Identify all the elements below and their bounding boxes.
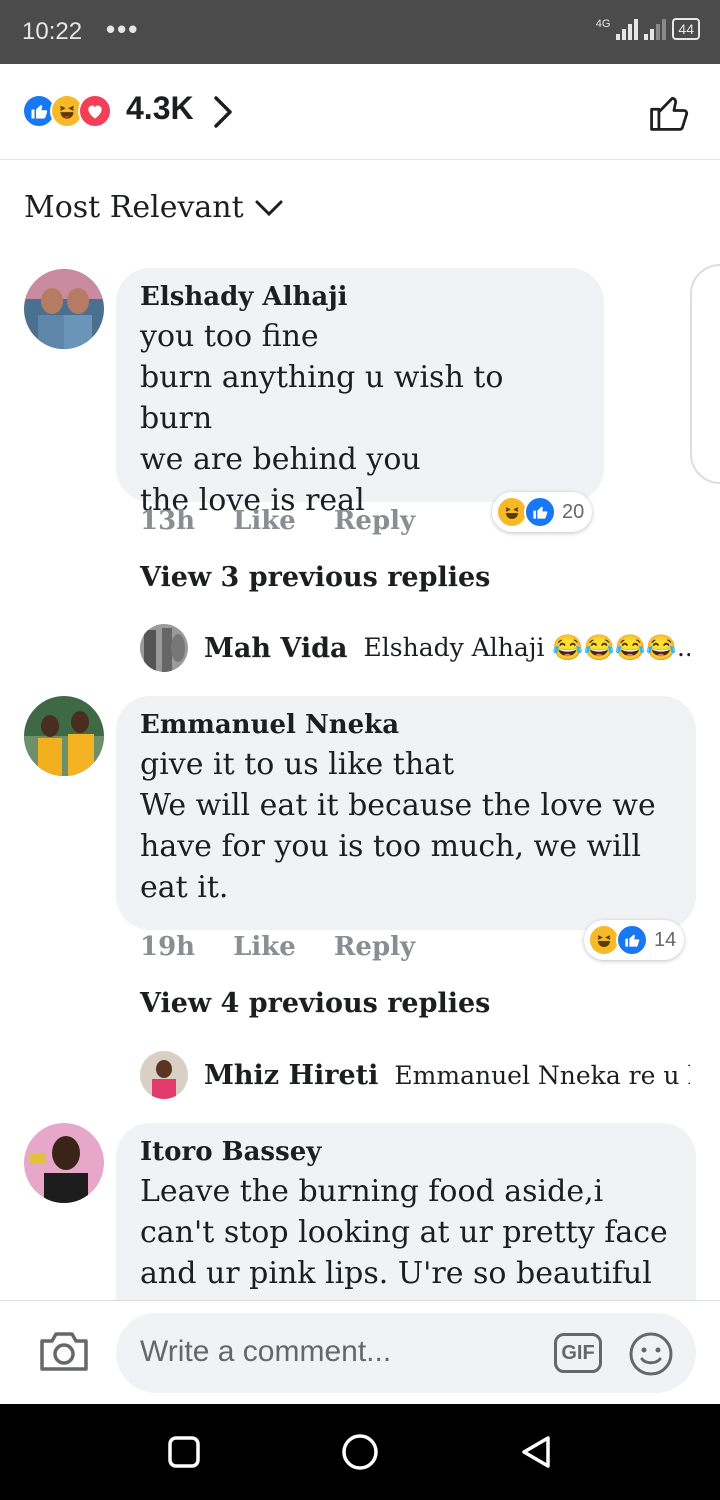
like-link[interactable]: Like	[233, 506, 296, 536]
gif-button[interactable]: GIF	[554, 1333, 602, 1373]
comment-time: 19h	[140, 932, 196, 962]
avatar[interactable]	[24, 269, 104, 349]
side-panel-edge[interactable]	[690, 264, 720, 484]
reaction-count: 4.3K	[126, 90, 194, 126]
reply-author: Mah Vida	[204, 632, 348, 664]
like-link[interactable]: Like	[233, 932, 296, 962]
status-bar: 10:22 ••• 4G 44	[0, 0, 720, 64]
reply-preview[interactable]: Mhiz Hireti Emmanuel Nneka re u he...	[140, 1051, 690, 1099]
reply-text: Elshady Alhaji 😂😂😂😂...	[363, 633, 690, 662]
comment-author[interactable]: Itoro Bassey	[140, 1137, 672, 1167]
clock: 10:22	[22, 18, 83, 45]
comment-composer: Write a comment... GIF	[0, 1300, 720, 1404]
reactions-header[interactable]: 4.3K	[0, 64, 720, 160]
reaction-number: 14	[654, 928, 677, 951]
like-icon	[524, 496, 556, 528]
reaction-number: 20	[562, 500, 585, 523]
comment-text: give it to us like that We will eat it b…	[140, 747, 656, 905]
signal-icon	[616, 18, 639, 40]
emoji-icon[interactable]	[628, 1331, 674, 1381]
recent-apps-button[interactable]	[166, 1434, 202, 1474]
view-previous-replies[interactable]: View 3 previous replies	[140, 562, 490, 593]
reply-link[interactable]: Reply	[334, 506, 415, 536]
comment-actions: 19h Like Reply	[140, 932, 415, 962]
comment-author[interactable]: Elshady Alhaji	[140, 282, 580, 312]
system-nav-bar	[0, 1404, 720, 1500]
signal-2-icon	[644, 18, 667, 40]
reply-link[interactable]: Reply	[334, 932, 415, 962]
reply-author: Mhiz Hireti	[204, 1059, 379, 1091]
chevron-right-icon[interactable]	[210, 94, 238, 134]
notification-dots: •••	[106, 14, 140, 44]
comment-reactions[interactable]: 14	[584, 920, 685, 960]
avatar[interactable]	[24, 696, 104, 776]
comment-text: you too fine burn anything u wish to bur…	[140, 319, 504, 518]
camera-icon[interactable]	[38, 1329, 90, 1377]
love-icon	[78, 94, 112, 128]
sort-dropdown[interactable]: Most Relevant	[24, 190, 284, 225]
reaction-icons	[22, 94, 112, 128]
comment-reactions[interactable]: 20	[492, 492, 593, 532]
avatar	[140, 1051, 188, 1099]
status-icons: 4G 44	[596, 18, 700, 40]
avatar[interactable]	[24, 1123, 104, 1203]
reply-preview[interactable]: Mah Vida Elshady Alhaji 😂😂😂😂...	[140, 624, 690, 672]
like-post-button[interactable]	[646, 90, 692, 138]
comment-bubble[interactable]: Emmanuel Nneka give it to us like that W…	[116, 696, 696, 930]
comment-author[interactable]: Emmanuel Nneka	[140, 710, 672, 740]
comment-placeholder: Write a comment...	[140, 1335, 392, 1368]
view-previous-replies[interactable]: View 4 previous replies	[140, 988, 490, 1019]
comment-input[interactable]: Write a comment... GIF	[116, 1313, 696, 1393]
chevron-down-icon	[255, 200, 283, 216]
sort-label: Most Relevant	[24, 190, 244, 225]
like-icon	[616, 924, 648, 956]
avatar	[140, 624, 188, 672]
comment-text: Leave the burning food aside,i can't sto…	[140, 1174, 668, 1291]
network-type: 4G	[595, 18, 611, 30]
battery-icon: 44	[672, 18, 700, 40]
comment-actions: 13h Like Reply	[140, 506, 415, 536]
comments-sheet: 4.3K Most Relevant Elshady Alhaji you to…	[0, 64, 720, 1404]
reply-text: Emmanuel Nneka re u he...	[394, 1060, 690, 1090]
back-button[interactable]	[518, 1434, 554, 1476]
comment-time: 13h	[140, 506, 196, 536]
home-button[interactable]	[340, 1434, 380, 1478]
comment-bubble[interactable]: Elshady Alhaji you too fine burn anythin…	[116, 268, 604, 518]
